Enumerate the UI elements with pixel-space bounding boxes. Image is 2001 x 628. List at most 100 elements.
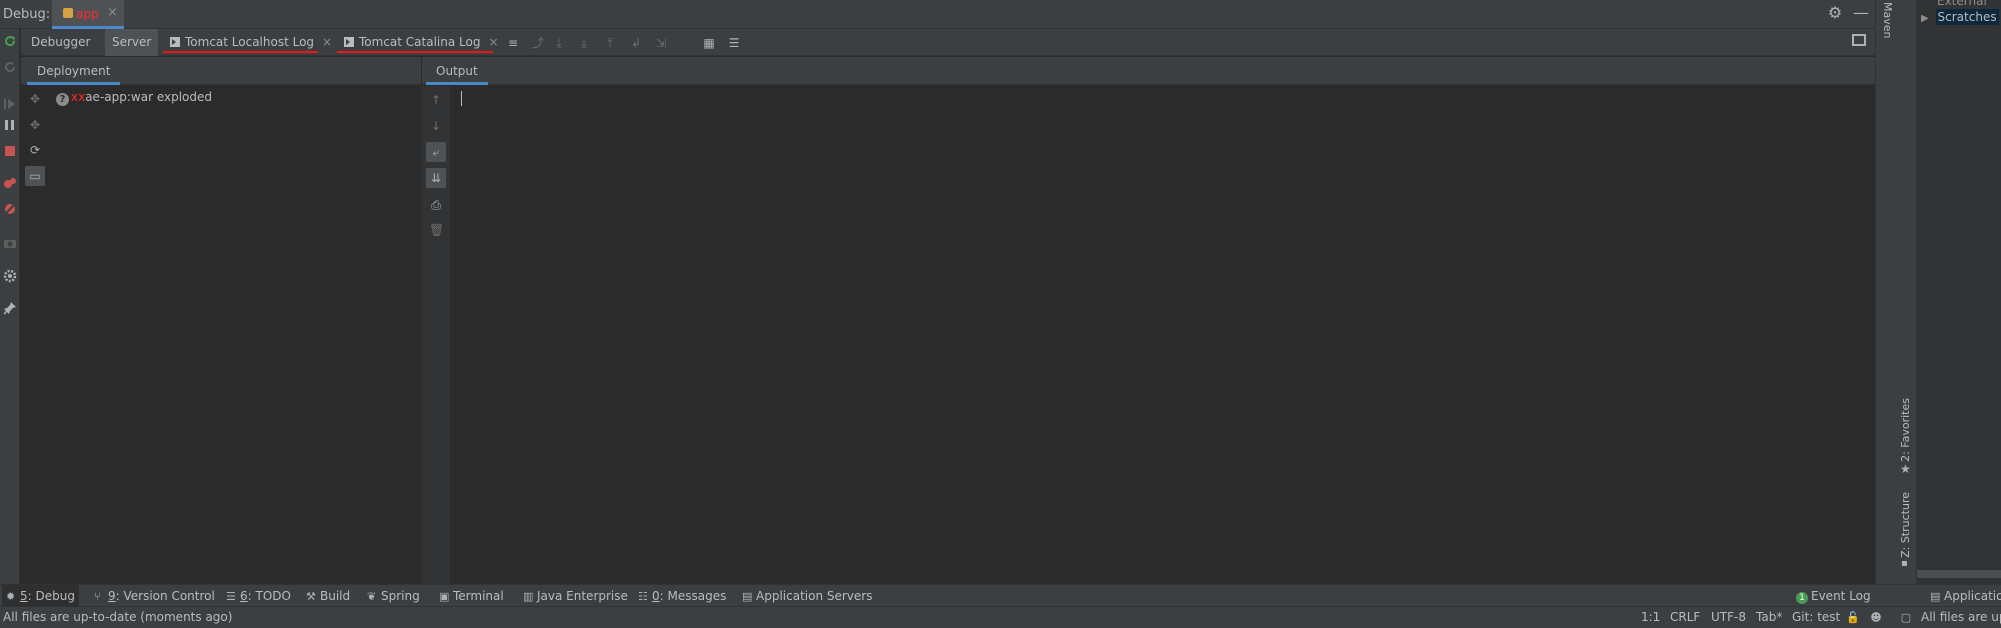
status-message[interactable]: All files are up-to-date (moments ago) xyxy=(3,610,232,624)
tool-window-label: Spring xyxy=(381,589,420,603)
tool-window-spring[interactable]: ❦ Spring xyxy=(363,585,424,607)
terminal-icon: ▣ xyxy=(439,590,450,603)
resume-icon[interactable] xyxy=(3,97,17,111)
restart-icon[interactable] xyxy=(3,60,17,74)
refresh-icon[interactable]: ⟳ xyxy=(28,143,42,157)
file-encoding[interactable]: UTF-8 xyxy=(1711,610,1746,624)
tool-window-debug[interactable]: ✹ 5: Debug xyxy=(2,585,79,607)
external-libraries-node[interactable]: External xyxy=(1937,0,1987,8)
step-over-icon[interactable]: ⤓ xyxy=(552,36,566,50)
tool-window-application-servers[interactable]: ▤ Application Servers xyxy=(738,585,876,607)
debug-title-bar: Debug: app × ⚙ — xyxy=(0,0,1875,29)
arrow-down-icon[interactable]: ↓ xyxy=(429,119,443,133)
mute-breakpoints-icon[interactable] xyxy=(3,202,17,216)
show-execution-point-icon[interactable]: ⤴ xyxy=(531,36,545,50)
pin-icon[interactable] xyxy=(3,301,17,315)
run-to-cursor-icon[interactable]: ⇲ xyxy=(654,36,668,50)
inspector-icon[interactable]: ☻ xyxy=(1870,612,1882,624)
maven-tool-button[interactable]: Maven xyxy=(1881,2,1894,38)
close-icon[interactable]: × xyxy=(322,35,332,49)
event-count-badge: 1 xyxy=(1796,592,1808,604)
pause-icon[interactable] xyxy=(3,118,17,132)
show-deployment-icon[interactable]: ▭ xyxy=(25,166,45,186)
shortcut-key: 6 xyxy=(240,589,248,603)
git-branch[interactable]: Git: test xyxy=(1792,610,1840,624)
project-tree-peek: External ▶ Scratches xyxy=(1917,0,2001,584)
tool-windows-toggle-icon[interactable]: ▢ xyxy=(1900,612,1912,624)
trace-icon[interactable]: ☰ xyxy=(727,36,741,50)
evaluate-expression-icon[interactable]: ▦ xyxy=(702,36,716,50)
expand-arrow-icon[interactable]: ▶ xyxy=(1921,13,1929,24)
shortcut-key: 5 xyxy=(20,589,28,603)
tab-server[interactable]: Server xyxy=(105,29,159,56)
artifact-label: ae-app:war exploded xyxy=(85,90,212,104)
debug-tabs-row: Debugger Server Tomcat Localhost Log × To… xyxy=(21,29,1875,56)
server-icon: ▤ xyxy=(742,590,753,603)
tool-window-event-log[interactable]: 1 Event Log xyxy=(1792,585,1875,607)
unknown-status-icon: ? xyxy=(56,93,69,106)
menu-icon[interactable]: ≡ xyxy=(506,36,520,50)
output-title[interactable]: Output xyxy=(426,57,488,85)
settings-icon[interactable] xyxy=(3,269,17,283)
tab-debugger[interactable]: Debugger xyxy=(24,29,97,56)
rerun-icon[interactable] xyxy=(3,34,17,48)
tool-window-version-control[interactable]: ⑂ 9: Version Control xyxy=(90,585,219,607)
tab-label: Tomcat Localhost Log xyxy=(185,35,315,49)
deploy-all-icon[interactable]: ✥ xyxy=(28,92,42,106)
applications-icon: ▤ xyxy=(1930,590,1941,603)
tool-window-applications[interactable]: ▤Applications xyxy=(1926,585,2001,607)
tool-window-terminal[interactable]: ▣ Terminal xyxy=(435,585,508,607)
favorites-tool-button[interactable]: 2: Favorites xyxy=(1899,398,1912,462)
tool-window-build[interactable]: ⚒ Build xyxy=(302,585,354,607)
bug-icon: ✹ xyxy=(6,590,16,603)
close-icon[interactable]: × xyxy=(107,5,118,20)
lock-icon[interactable]: 🔓 xyxy=(1846,612,1860,624)
step-out-icon[interactable]: ⤒ xyxy=(603,36,617,50)
tool-window-java-enterprise[interactable]: ▥ Java Enterprise xyxy=(519,585,632,607)
deployment-toolbar: ✥ ✥ ⟳ ▭ xyxy=(21,86,49,206)
close-icon[interactable]: × xyxy=(488,35,498,49)
minimize-icon[interactable]: — xyxy=(1852,4,1870,22)
tool-window-label: Build xyxy=(320,589,351,603)
shortcut-key: 9 xyxy=(108,589,116,603)
camera-icon[interactable] xyxy=(3,236,17,250)
horizontal-scrollbar[interactable] xyxy=(1917,570,2001,578)
scroll-to-end-icon[interactable]: ⇊ xyxy=(426,168,446,188)
gear-icon[interactable]: ⚙ xyxy=(1826,4,1844,22)
soft-wrap-icon[interactable]: ⤶ xyxy=(426,142,446,162)
stop-icon[interactable] xyxy=(3,144,17,158)
tool-window-todo[interactable]: ☰ 6: TODO xyxy=(222,585,295,607)
structure-tool-button[interactable]: Z: Structure xyxy=(1899,492,1912,558)
output-header: Output xyxy=(422,57,1875,85)
caret-position[interactable]: 1:1 xyxy=(1641,610,1660,624)
output-console[interactable] xyxy=(451,86,1875,584)
structure-icon: ▪ xyxy=(1901,558,1908,569)
print-icon[interactable]: ⎙ xyxy=(429,198,443,212)
tool-window-label: Java Enterprise xyxy=(537,589,628,603)
shortcut-key: 0 xyxy=(652,589,660,603)
layout-icon[interactable] xyxy=(1852,34,1866,46)
star-icon: ★ xyxy=(1900,462,1911,476)
hammer-icon: ⚒ xyxy=(306,590,316,603)
redacted-text: xx xyxy=(71,90,86,104)
tab-label: Server xyxy=(112,35,152,49)
scratches-node[interactable]: ▶ Scratches xyxy=(1921,9,1999,25)
deployment-panel xyxy=(21,57,421,584)
deployment-title[interactable]: Deployment xyxy=(27,57,121,85)
step-into-icon[interactable]: ⤓ xyxy=(577,36,591,50)
undeploy-icon[interactable]: ✥ xyxy=(28,118,42,132)
trash-icon[interactable]: 🗑 xyxy=(429,223,444,237)
tab-label: Debugger xyxy=(31,35,91,49)
line-separator[interactable]: CRLF xyxy=(1670,610,1700,624)
indent-setting[interactable]: Tab* xyxy=(1756,610,1782,624)
drop-frame-icon[interactable]: ↲ xyxy=(629,36,643,50)
deployment-artifact[interactable]: ? xxae-app:war exploded xyxy=(56,88,212,106)
run-config-tab[interactable]: app × xyxy=(52,0,124,29)
scratches-label: Scratches xyxy=(1935,9,1999,25)
run-config-icon xyxy=(63,8,73,18)
view-breakpoints-icon[interactable] xyxy=(3,176,17,190)
leaf-icon: ❦ xyxy=(367,590,377,603)
tool-window-label: : TODO xyxy=(247,589,291,603)
tool-window-messages[interactable]: ☷ 0: Messages xyxy=(634,585,730,607)
arrow-up-icon[interactable]: ↑ xyxy=(429,93,443,107)
